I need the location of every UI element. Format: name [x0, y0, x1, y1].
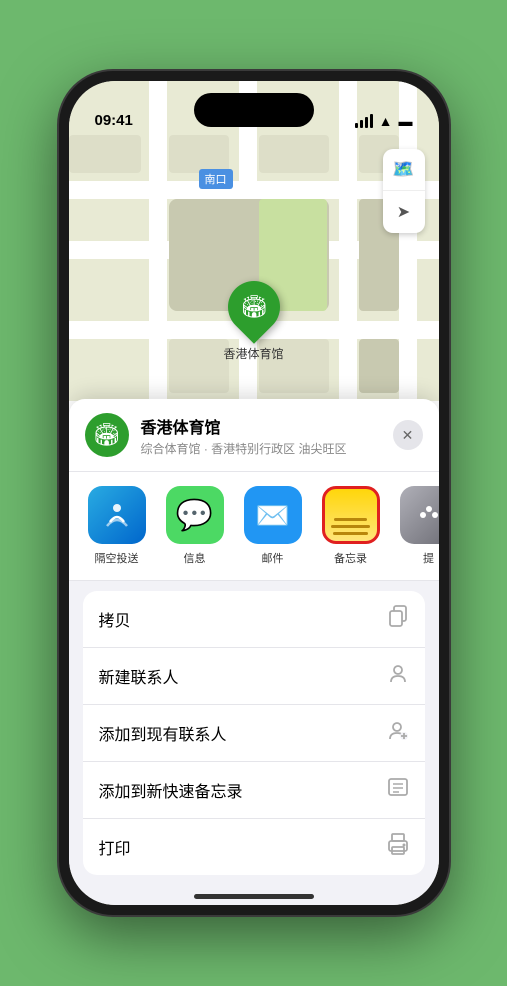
notes-label: 备忘录 — [334, 550, 367, 566]
status-time: 09:41 — [95, 112, 133, 129]
map-controls: 🗺️ ➤ — [383, 149, 425, 233]
action-print[interactable]: 打印 — [83, 819, 425, 875]
action-list: 拷贝 新建联系人 — [83, 591, 425, 875]
status-icons: ▲ ▬ — [355, 113, 413, 129]
share-item-more[interactable]: 提 — [397, 486, 439, 566]
print-icon — [387, 833, 409, 861]
action-copy[interactable]: 拷贝 — [83, 591, 425, 648]
action-quick-note-label: 添加到新快速备忘录 — [99, 778, 243, 802]
airdrop-icon — [88, 486, 146, 544]
close-button[interactable]: ✕ — [393, 420, 423, 450]
location-button[interactable]: ➤ — [383, 191, 425, 233]
action-print-label: 打印 — [99, 835, 131, 859]
signal-icon — [355, 114, 373, 128]
share-item-messages[interactable]: 💬 信息 — [163, 486, 227, 566]
share-item-mail[interactable]: ✉️ 邮件 — [241, 486, 305, 566]
location-header: 🏟 香港体育馆 综合体育馆 · 香港特别行政区 油尖旺区 ✕ — [69, 399, 439, 472]
marker-icon: 🏟 — [240, 294, 268, 320]
messages-label: 信息 — [184, 550, 206, 566]
airdrop-label: 隔空投送 — [95, 550, 139, 566]
messages-icon: 💬 — [166, 486, 224, 544]
action-quick-note[interactable]: 添加到新快速备忘录 — [83, 762, 425, 819]
notes-icon — [322, 486, 380, 544]
station-label: 南口 — [199, 169, 233, 189]
marker-pin: 🏟 — [217, 270, 291, 344]
phone-frame: 09:41 ▲ ▬ — [59, 71, 449, 915]
share-item-notes[interactable]: 备忘录 — [319, 486, 383, 566]
phone-screen: 09:41 ▲ ▬ — [69, 81, 439, 905]
home-indicator — [194, 894, 314, 899]
more-icon — [400, 486, 439, 544]
stadium-marker: 🏟 香港体育馆 — [224, 281, 284, 362]
share-row: 隔空投送 💬 信息 ✉️ 邮件 — [69, 472, 439, 581]
map-type-button[interactable]: 🗺️ — [383, 149, 425, 191]
add-existing-icon — [387, 719, 409, 747]
bottom-sheet: 🏟 香港体育馆 综合体育馆 · 香港特别行政区 油尖旺区 ✕ — [69, 399, 439, 905]
location-name: 香港体育馆 — [141, 414, 381, 438]
dynamic-island — [194, 93, 314, 127]
battery-icon: ▬ — [399, 113, 413, 129]
wifi-icon: ▲ — [379, 113, 393, 129]
action-copy-label: 拷贝 — [99, 607, 131, 631]
mail-label: 邮件 — [262, 550, 284, 566]
share-item-airdrop[interactable]: 隔空投送 — [85, 486, 149, 566]
action-add-existing[interactable]: 添加到现有联系人 — [83, 705, 425, 762]
quick-note-icon — [387, 776, 409, 804]
location-subtitle: 综合体育馆 · 香港特别行政区 油尖旺区 — [141, 440, 381, 457]
more-label: 提 — [423, 550, 434, 566]
action-add-existing-label: 添加到现有联系人 — [99, 721, 227, 745]
action-new-contact-label: 新建联系人 — [99, 664, 179, 688]
marker-label: 香港体育馆 — [224, 345, 284, 362]
mail-icon: ✉️ — [244, 486, 302, 544]
location-avatar: 🏟 — [85, 413, 129, 457]
action-new-contact[interactable]: 新建联系人 — [83, 648, 425, 705]
copy-icon — [387, 605, 409, 633]
location-info: 香港体育馆 综合体育馆 · 香港特别行政区 油尖旺区 — [141, 414, 381, 457]
new-contact-icon — [387, 662, 409, 690]
